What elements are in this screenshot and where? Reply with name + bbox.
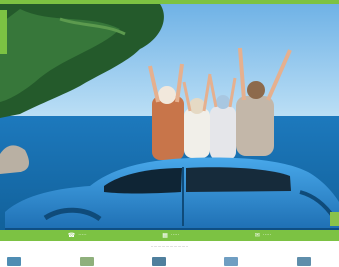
feature-item-chat[interactable]: ✉ ····· [255,233,271,239]
feature-label: ····· [78,232,87,238]
chat-icon: ✉ [254,232,260,239]
feedback-button[interactable] [330,212,339,226]
thumbnail-5[interactable] [297,257,311,266]
feature-item-calendar[interactable]: ▦ ····· [162,233,179,239]
hero-banner [0,4,339,234]
feature-strip: ☎ ····· ▦ ····· ✉ ····· [0,230,339,241]
section-headline: ···························· [150,244,189,249]
calendar-icon: ▦ [162,232,168,239]
content-section: ···························· [0,241,339,267]
feature-label: ····· [170,232,180,238]
feature-label: ····· [262,232,272,238]
thumbnail-4[interactable] [224,257,238,266]
side-tab-button[interactable] [0,10,7,54]
thumbnail-1[interactable] [7,257,21,266]
feature-item-phone[interactable]: ☎ ····· [68,233,87,239]
phone-icon: ☎ [67,232,76,239]
thumbnail-3[interactable] [152,257,166,266]
thumbnail-2[interactable] [80,257,94,266]
hero-image [0,4,339,234]
